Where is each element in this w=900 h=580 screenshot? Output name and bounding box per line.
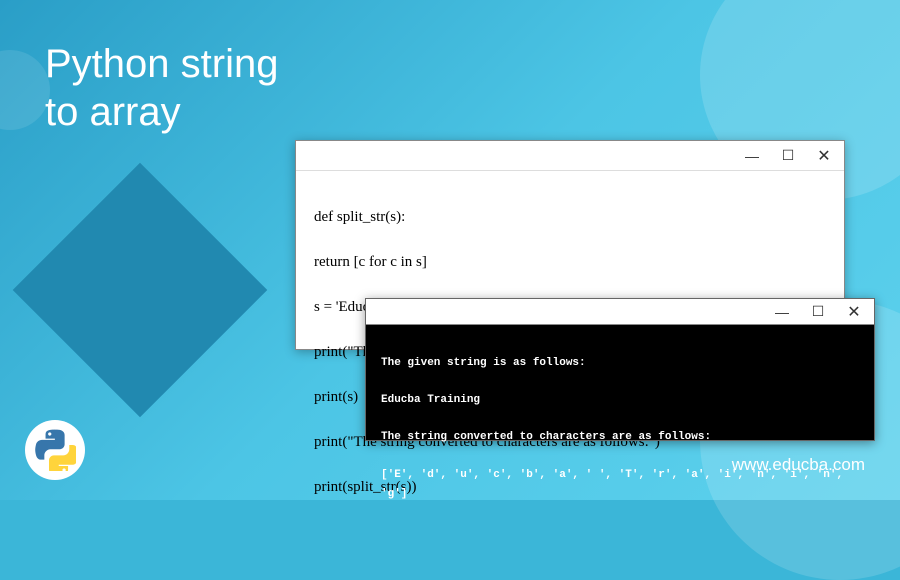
website-url: www.educba.com (732, 455, 865, 475)
close-button[interactable]: ✕ (836, 298, 872, 326)
maximize-button[interactable]: ☐ (800, 298, 836, 326)
close-button[interactable]: ✕ (806, 142, 842, 170)
code-line: return [c for c in s] (314, 251, 826, 274)
minimize-button[interactable]: — (734, 142, 770, 170)
page-title: Python string to array (45, 40, 278, 136)
output-line: Educba Training (381, 391, 859, 410)
output-window: — ☐ ✕ The given string is as follows: Ed… (365, 298, 875, 441)
output-content: The given string is as follows: Educba T… (366, 325, 874, 532)
code-line: def split_str(s): (314, 206, 826, 229)
output-window-titlebar: — ☐ ✕ (366, 299, 874, 325)
code-window-titlebar: — ☐ ✕ (296, 141, 844, 171)
output-line: The given string is as follows: (381, 354, 859, 373)
window-controls: — ☐ ✕ (764, 298, 872, 326)
window-controls: — ☐ ✕ (734, 142, 842, 170)
output-line: The string converted to characters are a… (381, 428, 859, 447)
maximize-button[interactable]: ☐ (770, 142, 806, 170)
minimize-button[interactable]: — (764, 298, 800, 326)
python-logo-icon (25, 420, 85, 480)
